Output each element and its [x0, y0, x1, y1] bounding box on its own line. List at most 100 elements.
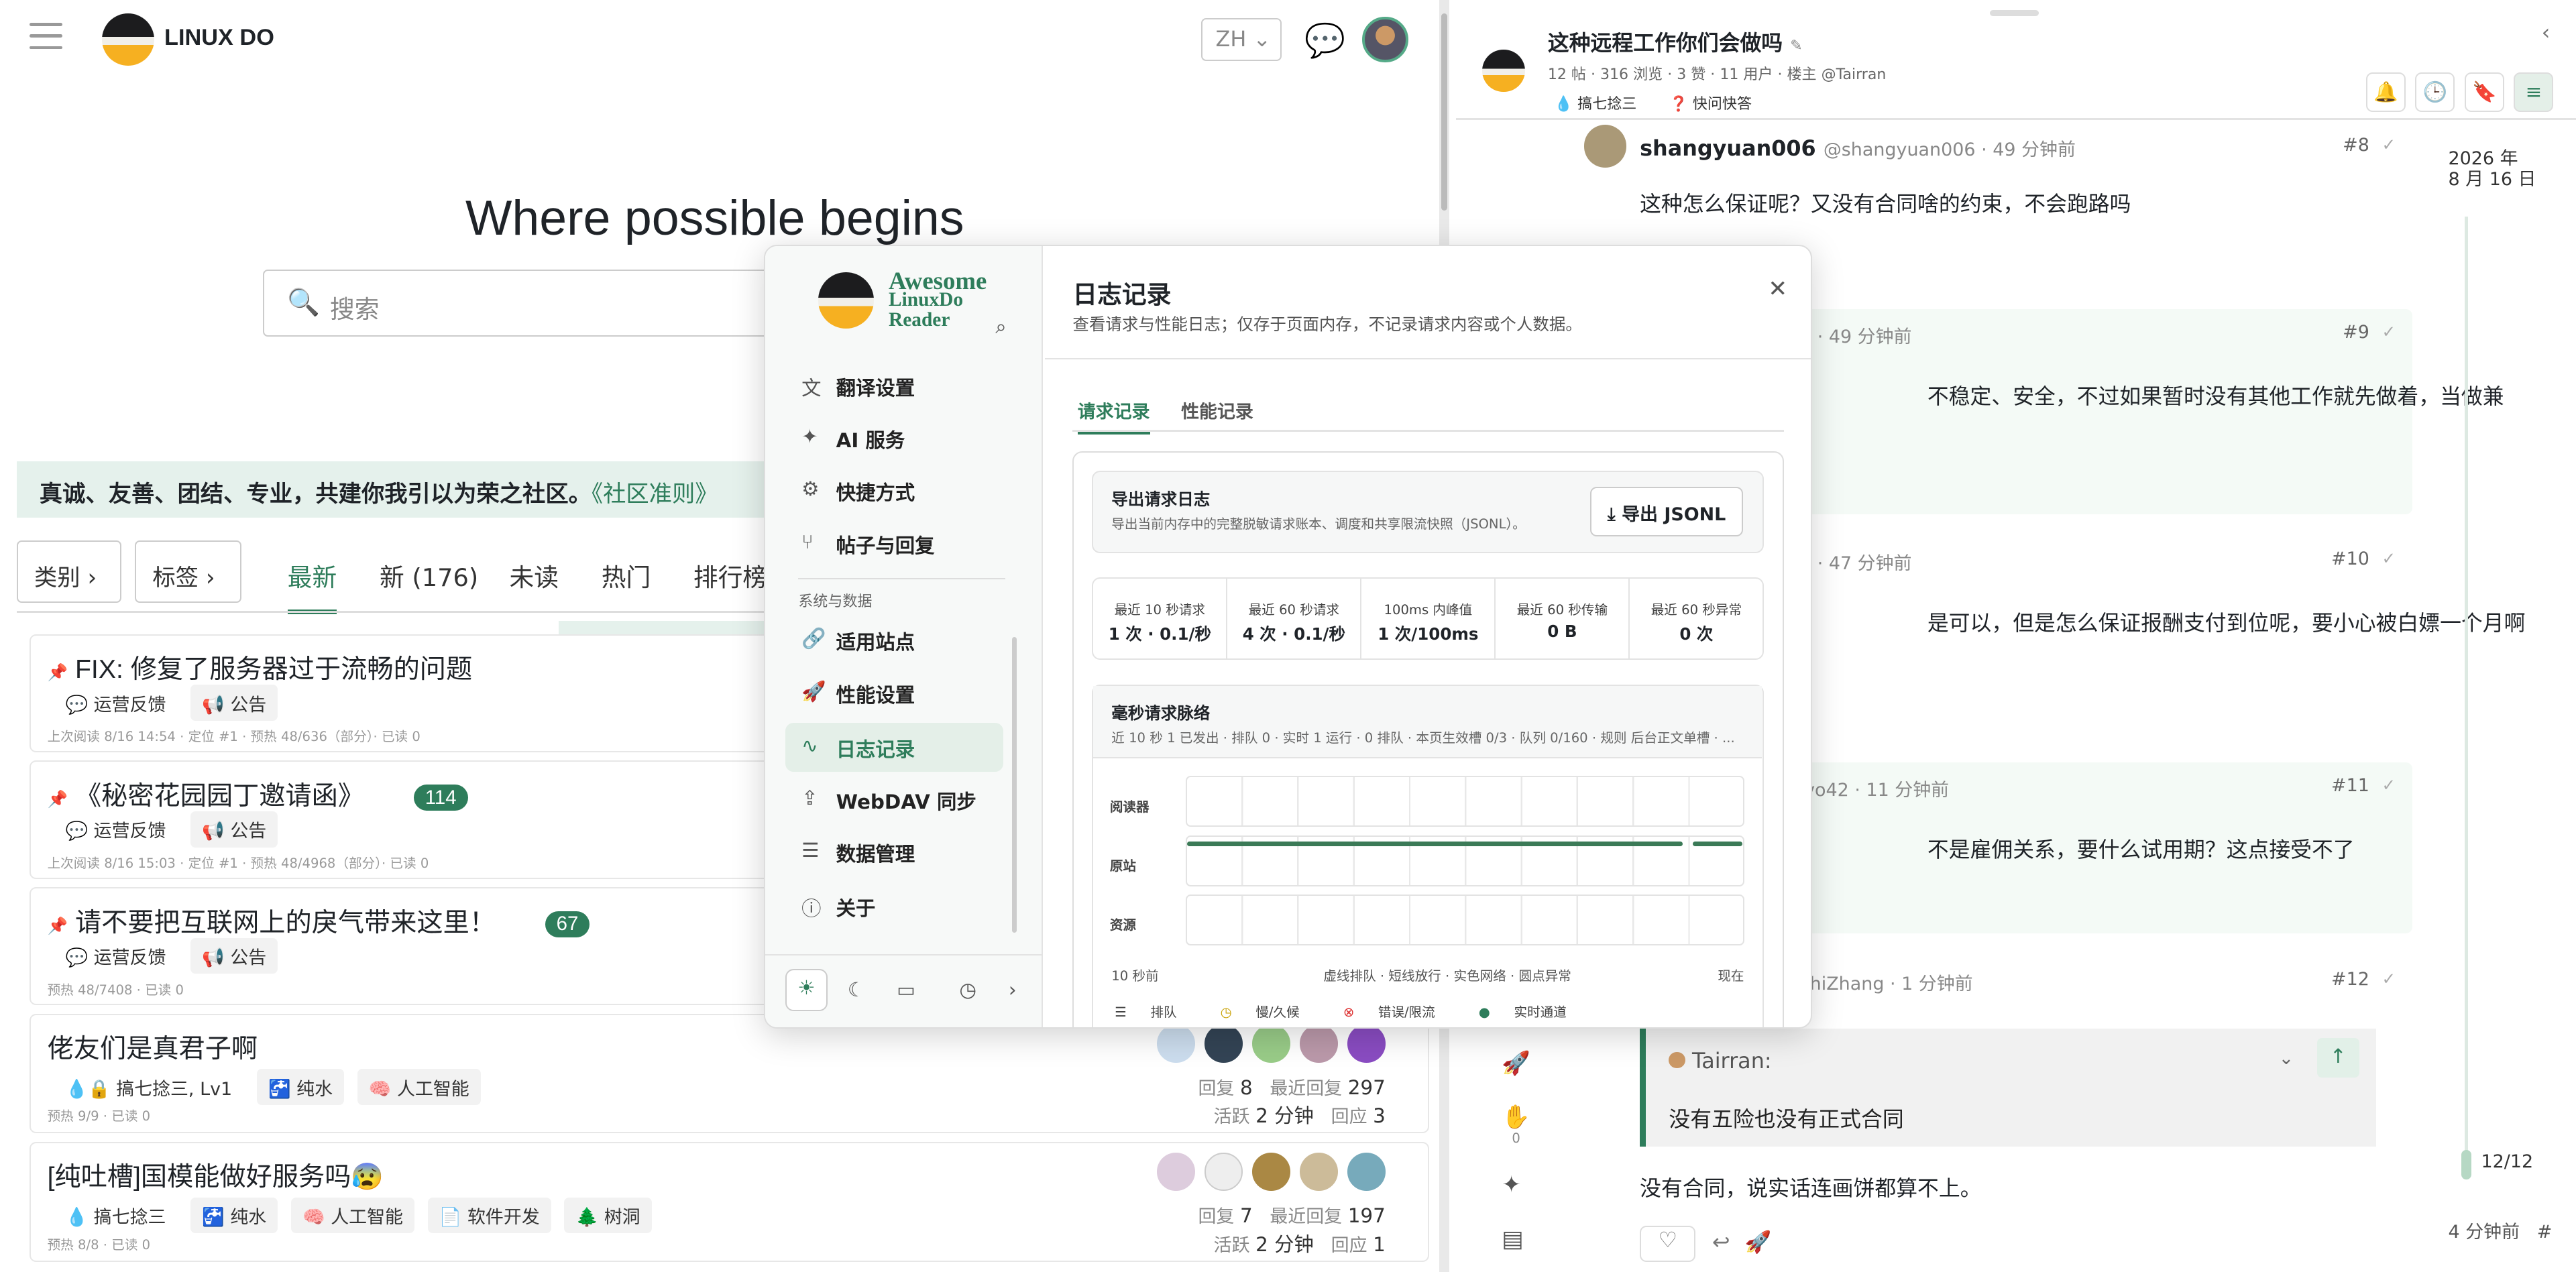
row-label: 资源 — [1109, 917, 1137, 933]
collapse-icon[interactable]: ‹ — [2542, 19, 2551, 45]
post-avatar[interactable] — [1583, 125, 1627, 168]
tag-chip[interactable]: 🚰 纯水 — [190, 1197, 278, 1234]
tab-leaderboard[interactable]: 排行榜 — [693, 557, 767, 593]
drag-handle[interactable] — [1989, 9, 2039, 17]
post-text: 不是雇佣关系，要什么试用期？这点接受不了 — [1927, 837, 2355, 863]
expand-quote-icon[interactable]: ⌄ — [2279, 1048, 2294, 1069]
topic-row[interactable]: 佬友们是真君子啊 💧🔒 搞七捻三, Lv1 🚰 纯水 🧠 人工智能 预热 9/9 ·… — [30, 1013, 1430, 1134]
settings-sliders-icon[interactable]: ≡ — [2514, 72, 2554, 112]
topic-title[interactable]: 《秘密花园园丁邀请函》 — [75, 782, 364, 811]
post-number[interactable]: #12 — [2331, 969, 2369, 990]
user-avatar[interactable] — [1362, 16, 1408, 63]
tab-unread[interactable]: 未读 — [510, 557, 559, 593]
topic-title[interactable]: 佬友们是真君子啊 — [48, 1035, 258, 1063]
search-icon: 🔍 — [287, 288, 321, 319]
reader-logo — [818, 272, 874, 329]
sidebar-scrollbar[interactable] — [1011, 637, 1017, 933]
topic-title[interactable]: FIX: 修复了服务器过于流畅的问题 — [75, 655, 472, 684]
tag-chip[interactable]: 🧠 人工智能 — [357, 1069, 481, 1106]
topic-row[interactable]: [纯吐槽]国模能做好服务吗😰 💧 搞七捻三 🚰 纯水 🧠 人工智能 📄 软件开发 🌲 树… — [30, 1141, 1430, 1262]
tab-performance-logs[interactable]: 性能记录 — [1181, 397, 1253, 423]
menu-about[interactable]: ⓘ 关于 — [785, 882, 1004, 931]
topic-timeline[interactable]: 2026 年 8 月 16 日 12/12 4 分钟前 # — [2449, 148, 2576, 1265]
system-theme-monitor-icon[interactable]: ▭ — [897, 978, 915, 1001]
boost-rocket-icon[interactable]: 🚀 — [1745, 1229, 1772, 1255]
raise-hand-icon[interactable]: ✋ 0 — [1502, 1104, 1530, 1146]
sparkle-icon[interactable]: ✦ — [1502, 1171, 1521, 1198]
post-number[interactable]: #11 — [2331, 775, 2369, 796]
bookmark-icon[interactable]: 🔖 — [2464, 72, 2504, 112]
export-title: 导出请求日志 — [1111, 489, 1211, 510]
menu-posts-replies[interactable]: ⑂ 帖子与回复 — [785, 519, 1004, 569]
post-author[interactable]: shangyuan006 — [1640, 135, 1816, 161]
poster-avatars[interactable] — [1147, 1153, 1386, 1191]
tag-chip[interactable]: ❓ 快问快答 — [1669, 96, 1768, 113]
tab-new[interactable]: 新 (176) — [380, 557, 478, 593]
jump-to-quote-icon[interactable]: ↑ — [2316, 1038, 2360, 1078]
site-name[interactable]: LINUX DO — [164, 25, 274, 51]
post-number[interactable]: #9 — [2343, 322, 2369, 343]
menu-performance[interactable]: 🚀 性能设置 — [785, 669, 1004, 718]
hamburger-menu-icon[interactable] — [30, 23, 63, 52]
site-logo[interactable] — [101, 13, 155, 66]
menu-logs[interactable]: ∿ 日志记录 — [785, 722, 1004, 772]
search-icon[interactable]: ⌕ — [995, 315, 1006, 339]
post-number[interactable]: #8 — [2343, 135, 2369, 156]
like-heart-icon[interactable]: ♡ — [1640, 1225, 1696, 1262]
guidelines-link[interactable]: 《社区准则》 — [592, 481, 718, 508]
tag-chip[interactable]: 📢 公告 — [190, 685, 278, 721]
category-tag[interactable]: 💬 运营反馈 — [54, 938, 177, 974]
tag-chip[interactable]: 🧠 人工智能 — [290, 1197, 415, 1234]
topic-title[interactable]: [纯吐槽]国模能做好服务吗😰 — [48, 1163, 384, 1192]
menu-data[interactable]: ☰ 数据管理 — [785, 827, 1004, 877]
chevron-right-icon[interactable]: › — [1009, 978, 1017, 1001]
rocket-icon[interactable]: 🚀 — [1502, 1050, 1530, 1077]
time-start: 10 秒前 — [1111, 968, 1159, 984]
category-dropdown[interactable]: 类别 › — [16, 540, 122, 603]
post-username: · 49 分钟前 — [1817, 327, 1912, 348]
tag-chip[interactable]: 🌲 树洞 — [564, 1197, 652, 1234]
category-tag[interactable]: 💧 搞七捻三 — [54, 1198, 177, 1234]
history-icon[interactable]: 🕒 — [2415, 72, 2455, 112]
tab-latest[interactable]: 最新 — [287, 557, 337, 615]
tab-hot[interactable]: 热门 — [602, 557, 651, 593]
light-theme-sun-icon[interactable]: ☀ — [785, 968, 828, 1012]
timeline-track[interactable] — [2465, 217, 2468, 1170]
dark-theme-moon-icon[interactable]: ☾ — [848, 978, 865, 1001]
menu-sites[interactable]: 🔗 适用站点 — [785, 616, 1004, 665]
notification-bell-icon[interactable]: 🔔 — [2365, 72, 2406, 112]
new-posts-badge: 114 — [413, 785, 468, 811]
timeline-handle[interactable] — [2461, 1150, 2471, 1180]
category-tag[interactable]: 💧🔒 搞七捻三, Lv1 — [54, 1069, 243, 1105]
auto-theme-clock-icon[interactable]: ◷ — [959, 978, 976, 1001]
menu-webdav[interactable]: ⇪ WebDAV 同步 — [785, 775, 1004, 825]
menu-translate[interactable]: 文翻译设置 — [785, 361, 1004, 411]
tab-request-logs[interactable]: 请求记录 — [1077, 397, 1150, 435]
list-icon[interactable]: ▤ — [1502, 1226, 1523, 1253]
poster-avatars[interactable] — [1147, 1025, 1386, 1063]
edit-icon[interactable]: ✎ — [1790, 38, 1802, 54]
post-username: · 47 分钟前 — [1817, 553, 1912, 575]
export-card: 导出请求日志 导出当前内存中的完整脱敏请求账本、调度和共享限流快照（JSONL）… — [1092, 471, 1765, 553]
post-number[interactable]: #10 — [2331, 548, 2369, 569]
quote-author[interactable]: Tairran: — [1692, 1048, 1772, 1074]
chat-icon[interactable]: 💬 — [1304, 21, 1345, 60]
category-tag[interactable]: 💬 运营反馈 — [54, 811, 177, 848]
tag-chip[interactable]: 📄 软件开发 — [427, 1197, 551, 1234]
tag-chip[interactable]: 🚰 纯水 — [256, 1069, 345, 1106]
tag-chip[interactable]: 💧 搞七捻三 — [1555, 96, 1653, 113]
menu-shortcuts[interactable]: ⚙ 快捷方式 — [785, 466, 1004, 516]
tag-chip[interactable]: 📢 公告 — [190, 937, 278, 974]
topic-meta: 预热 8/8 · 已读 0 — [47, 1236, 151, 1253]
export-jsonl-button[interactable]: ⤓ 导出 JSONL — [1590, 487, 1743, 536]
tags-dropdown[interactable]: 标签 › — [134, 540, 242, 603]
topic-category-logo — [1481, 49, 1525, 93]
tag-chip[interactable]: 📢 公告 — [190, 811, 278, 848]
menu-ai-service[interactable]: ✦ AI 服务 — [785, 414, 1004, 463]
language-selector[interactable]: ZH ⌄ — [1200, 17, 1282, 61]
category-tag[interactable]: 💬 运营反馈 — [54, 685, 177, 721]
close-icon[interactable]: ✕ — [1768, 276, 1787, 302]
topic-title[interactable]: 请不要把互联网上的戾气带来这里！ — [75, 909, 496, 937]
reply-icon[interactable]: ↩ — [1712, 1229, 1730, 1255]
rocket-icon: 🚀 — [801, 679, 826, 703]
